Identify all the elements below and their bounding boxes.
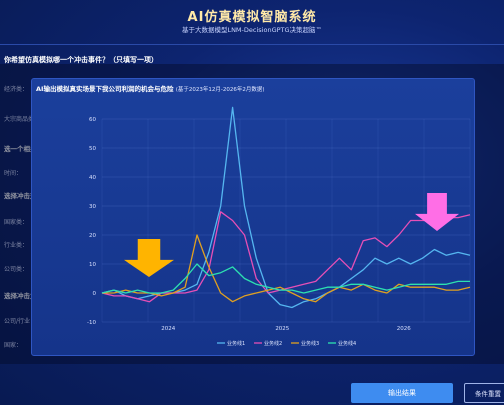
app-header: AI仿真模拟智脑系统 基于大数据模型LNM-DecisionGPTG决策超脑™: [0, 0, 504, 44]
y-tick-label: 10: [89, 262, 96, 268]
y-tick-label: 40: [89, 175, 96, 181]
x-tick-label: 2026: [397, 326, 411, 332]
y-tick-label: 0: [93, 291, 97, 297]
line-chart: -10 0 10 20 30 40 50 60 2024 2025 2026 业务线1 业务线2 业务线3…: [87, 106, 471, 347]
y-tick-label: 30: [89, 204, 96, 210]
app-title: AI仿真模拟智脑系统: [187, 10, 317, 25]
legend-label: 业务线1: [227, 340, 245, 347]
y-tick-label: -10: [87, 320, 96, 326]
reset-conditions-button[interactable]: 条件重置: [464, 383, 504, 403]
legend-label: 业务线4: [338, 340, 356, 347]
output-result-button[interactable]: 输出结果: [351, 383, 453, 403]
y-tick-label: 60: [89, 117, 96, 123]
y-tick-label: 50: [89, 146, 96, 152]
down-arrow-icon: [124, 239, 174, 277]
down-arrow-icon: [415, 193, 459, 231]
header-divider: [0, 44, 504, 45]
result-panel: AI输出模拟真实场景下我公司利润的机会与危险 (基于2023年12月-2026年…: [31, 78, 475, 356]
y-tick-label: 20: [89, 233, 96, 239]
x-tick-label: 2025: [275, 326, 289, 332]
legend-label: 业务线2: [264, 340, 282, 347]
legend-label: 业务线3: [301, 340, 319, 347]
x-tick-label: 2024: [161, 326, 175, 332]
app-subtitle: 基于大数据模型LNM-DecisionGPTG决策超脑™: [181, 26, 323, 34]
